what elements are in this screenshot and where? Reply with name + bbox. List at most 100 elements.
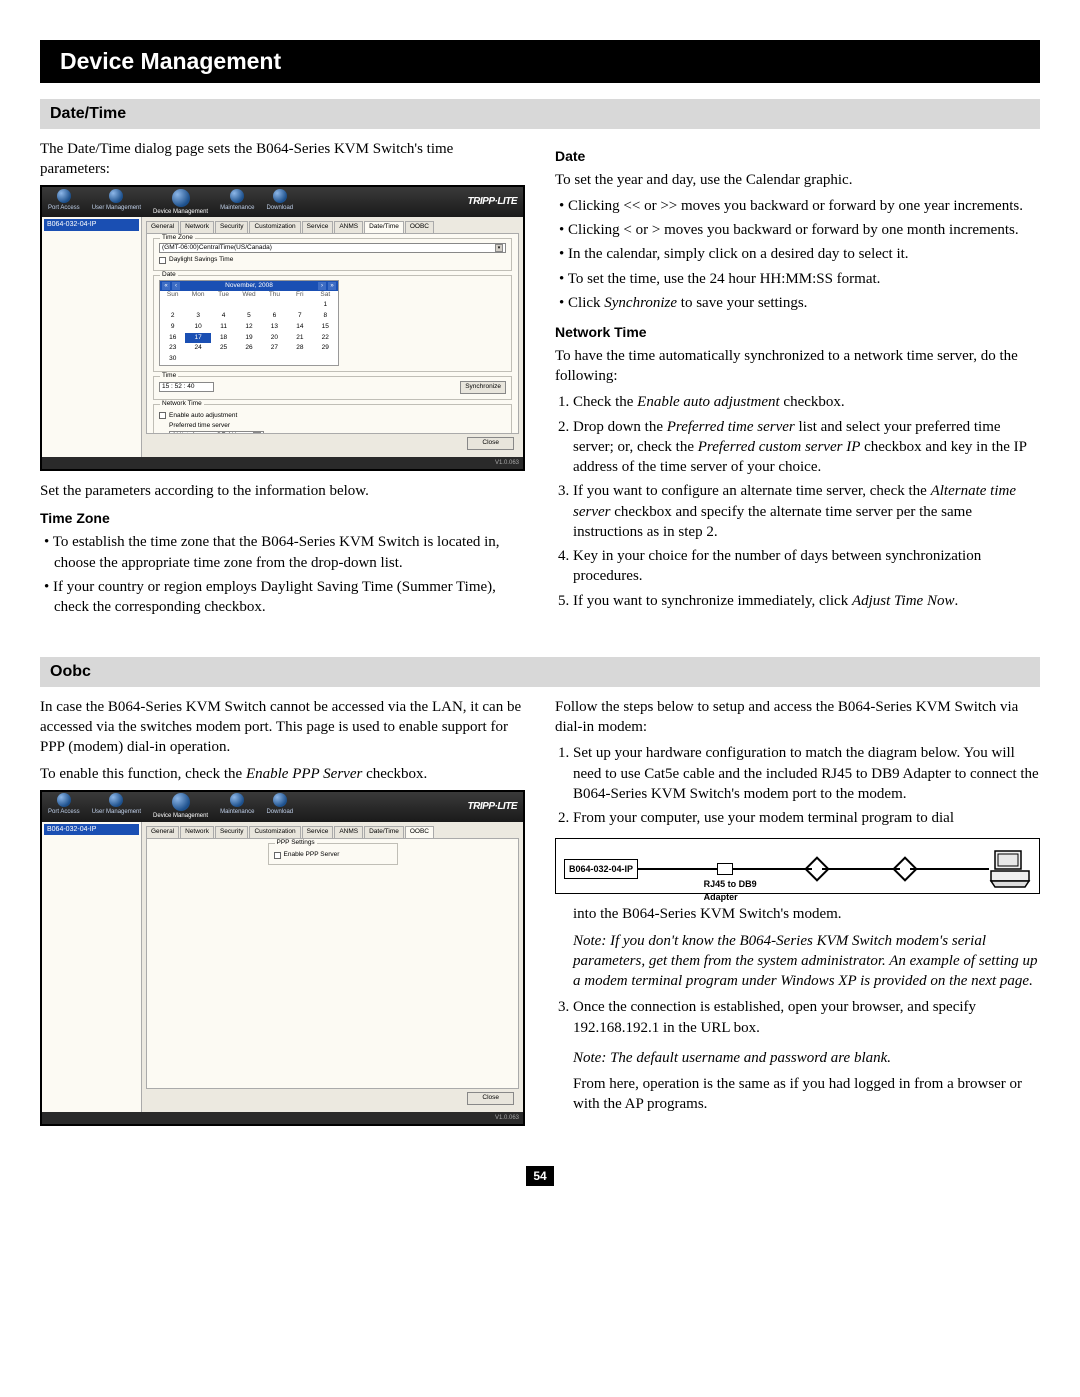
ss-tabs: General Network Security Customization S… (146, 221, 519, 233)
fieldset-time: Time 15 : 52 : 40 Synchronize (153, 376, 512, 400)
synchronize-button[interactable]: Synchronize (460, 381, 506, 394)
oobc-screenshot: Port Access User Management Device Manag… (40, 790, 525, 1126)
cal-prev-year-button[interactable]: « (162, 282, 170, 290)
calendar-title: November, 2008 (225, 282, 273, 291)
cal-next-month-button[interactable]: › (318, 282, 326, 290)
enable-auto-checkbox[interactable]: Enable auto adjustment (159, 412, 506, 421)
tree-device-node[interactable]: B064-032-04-IP (44, 219, 139, 230)
tab-customization[interactable]: Customization (249, 221, 300, 233)
globe-icon (273, 189, 287, 203)
nav-user-management[interactable]: User Management (92, 189, 141, 216)
datetime-left-col: The Date/Time dialog page sets the B064-… (40, 139, 525, 628)
timezone-bullets: To establish the time zone that the B064… (40, 532, 525, 617)
connection-diagram: B064-032-04-IP RJ45 to DB9 Adapter (555, 838, 1040, 894)
checkbox-icon[interactable] (159, 257, 166, 264)
oobc-note2: Note: The default username and password … (573, 1048, 1040, 1068)
oobc-after-diagram: into the B064-Series KVM Switch's modem. (573, 904, 1040, 924)
nav-download[interactable]: Download (266, 189, 293, 216)
globe-icon (109, 189, 123, 203)
fieldset-network-time: Network Time Enable auto adjustment Pref… (153, 404, 512, 435)
close-button[interactable]: Close (467, 1092, 514, 1105)
computer-icon (989, 849, 1031, 889)
tab-network[interactable]: Network (180, 221, 214, 233)
fieldset-date: Date « ‹ November, 2008 › (153, 275, 512, 372)
page-title-bar: Device Management (40, 40, 1040, 83)
nav-maintenance[interactable]: Maintenance (220, 189, 254, 216)
globe-icon (273, 793, 287, 807)
ss-toolbar: Port Access User Management Device Manag… (42, 792, 523, 822)
legend-ppp: PPP Settings (275, 839, 317, 848)
time-input[interactable]: 15 : 52 : 40 (159, 382, 214, 392)
date-heading: Date (555, 147, 1040, 166)
tab-datetime[interactable]: Date/Time (364, 826, 404, 838)
oobc-right-intro: Follow the steps below to setup and acce… (555, 697, 1040, 738)
tab-oobc[interactable]: OOBC (405, 221, 434, 233)
tripplite-logo: TRIPP·LITE (468, 800, 517, 814)
tab-security[interactable]: Security (215, 826, 248, 838)
globe-icon (230, 189, 244, 203)
diagram-adapter-label: RJ45 to DB9 Adapter (704, 878, 757, 902)
tab-service[interactable]: Service (302, 221, 334, 233)
tab-network[interactable]: Network (180, 826, 214, 838)
enable-ppp-checkbox[interactable]: Enable PPP Server (274, 851, 392, 860)
tab-oobc[interactable]: OOBC (405, 826, 434, 838)
diagram-adapter-box (717, 863, 733, 875)
calendar-grid[interactable]: 1 2345678 9101112131415 16171819202122 2… (160, 300, 338, 365)
ss-tabs: General Network Security Customization S… (146, 826, 519, 838)
nav-download[interactable]: Download (266, 793, 293, 820)
nav-device-management[interactable]: Device Management (153, 189, 208, 216)
nav-maintenance[interactable]: Maintenance (220, 793, 254, 820)
diagram-modem-icon (893, 857, 918, 882)
status-bar: V1.0.063 (42, 1112, 523, 1124)
ss-main: General Network Security Customization S… (142, 822, 523, 1112)
checkbox-icon[interactable] (159, 412, 166, 419)
fieldset-ppp: PPP Settings Enable PPP Server (268, 843, 398, 866)
tab-general[interactable]: General (146, 826, 179, 838)
nav-port-access[interactable]: Port Access (48, 793, 80, 820)
tab-service[interactable]: Service (302, 826, 334, 838)
ss-sidebar: B064-032-04-IP (42, 822, 142, 1112)
dst-checkbox-row[interactable]: Daylight Savings Time (159, 256, 506, 265)
oobc-p2: To enable this function, check the Enabl… (40, 764, 525, 784)
timezone-heading: Time Zone (40, 509, 525, 528)
fieldset-timezone: Time Zone (GMT-06:00)CentralTime(US/Cana… (153, 238, 512, 271)
tab-anms[interactable]: ANMS (334, 826, 363, 838)
section-heading-oobc: Oobc (40, 657, 1040, 687)
legend-date: Date (160, 271, 178, 280)
calendar[interactable]: « ‹ November, 2008 › » (159, 280, 339, 366)
date-intro: To set the year and day, use the Calenda… (555, 170, 1040, 190)
ss-sidebar: B064-032-04-IP (42, 217, 142, 457)
oobc-columns: In case the B064-Series KVM Switch canno… (40, 697, 1040, 1136)
tab-security[interactable]: Security (215, 221, 248, 233)
ss-toolbar: Port Access User Management Device Manag… (42, 187, 523, 217)
tab-anms[interactable]: ANMS (334, 221, 363, 233)
cal-next-year-button[interactable]: » (328, 282, 336, 290)
oobc-steps: Set up your hardware configuration to ma… (555, 743, 1040, 828)
date-bullets: Clicking << or >> moves you backward or … (555, 196, 1040, 313)
page-number: 54 (526, 1166, 554, 1186)
tab-general[interactable]: General (146, 221, 179, 233)
timezone-dropdown[interactable]: (GMT-06:00)CentralTime(US/Canada) ▾ (159, 243, 506, 253)
close-button[interactable]: Close (467, 437, 514, 450)
tab-customization[interactable]: Customization (249, 826, 300, 838)
section-heading-datetime: Date/Time (40, 99, 1040, 129)
tab-datetime[interactable]: Date/Time (364, 221, 404, 233)
nav-device-management[interactable]: Device Management (153, 793, 208, 820)
oobc-steps-cont: Once the connection is established, open… (555, 997, 1040, 1038)
page-title: Device Management (60, 48, 281, 74)
legend-time: Time (160, 372, 178, 381)
ss-nav: Port Access User Management Device Manag… (48, 189, 293, 216)
nav-port-access[interactable]: Port Access (48, 189, 80, 216)
checkbox-icon[interactable] (274, 852, 281, 859)
globe-icon (172, 793, 190, 811)
ss-main: General Network Security Customization S… (142, 217, 523, 457)
tree-device-node[interactable]: B064-032-04-IP (44, 824, 139, 835)
oobc-p3: From here, operation is the same as if y… (573, 1074, 1040, 1115)
status-bar: V1.0.063 (42, 457, 523, 469)
cal-prev-month-button[interactable]: ‹ (172, 282, 180, 290)
calendar-selected-day[interactable]: 17 (185, 333, 210, 344)
datetime-intro: The Date/Time dialog page sets the B064-… (40, 139, 525, 180)
tripplite-logo: TRIPP·LITE (468, 195, 517, 209)
nav-user-management[interactable]: User Management (92, 793, 141, 820)
globe-icon (172, 189, 190, 207)
